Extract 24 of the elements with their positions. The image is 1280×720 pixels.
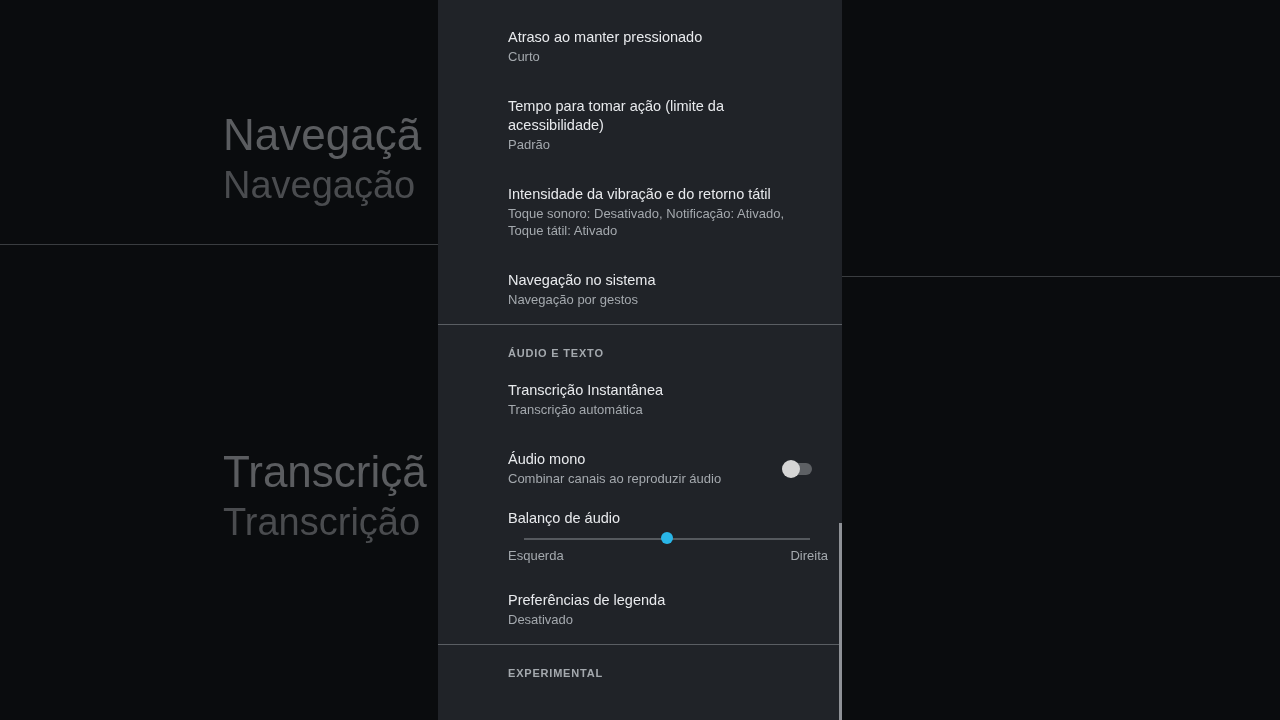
backdrop-title: Transcriçã bbox=[223, 446, 428, 498]
slider-label: Esquerda bbox=[508, 548, 564, 563]
slider-label: Direita bbox=[790, 548, 828, 563]
setting-title[interactable]: Intensidade da vibração e do retorno tátil bbox=[508, 185, 812, 204]
setting-title: Balanço de áudio bbox=[508, 509, 622, 528]
setting-title[interactable]: Tempo para tomar ação (limite da acessibilidade) bbox=[508, 97, 812, 135]
setting-title[interactable]: Áudio mono bbox=[508, 450, 786, 469]
setting-summary: Toque sonoro: Desativado, Notificação: Ativado, Toque tátil: Ativado bbox=[508, 205, 786, 239]
section-header: EXPERIMENTAL bbox=[507, 666, 604, 681]
setting-title[interactable]: Preferências de legenda bbox=[508, 591, 812, 610]
setting-title[interactable]: Atraso ao manter pressionado bbox=[508, 28, 812, 47]
backdrop-title: Navegaçã bbox=[223, 109, 423, 161]
setting-summary: Transcrição automática bbox=[508, 401, 644, 418]
setting-title[interactable]: Transcrição Instantânea bbox=[508, 381, 812, 400]
setting-title[interactable]: Navegação no sistema bbox=[508, 271, 812, 290]
setting-summary: Combinar canais ao reproduzir áudio bbox=[508, 470, 723, 487]
backdrop-summary: Transcrição bbox=[223, 500, 422, 545]
setting-summary: Navegação por gestos bbox=[508, 291, 640, 308]
setting-summary: Desativado bbox=[508, 611, 575, 628]
slider-thumb[interactable] bbox=[661, 532, 673, 544]
backdrop-summary: Navegação bbox=[223, 163, 417, 208]
setting-summary: Curto bbox=[508, 48, 541, 65]
setting-summary: Padrão bbox=[508, 136, 551, 153]
section-header: ÁUDIO E TEXTO bbox=[507, 346, 605, 361]
